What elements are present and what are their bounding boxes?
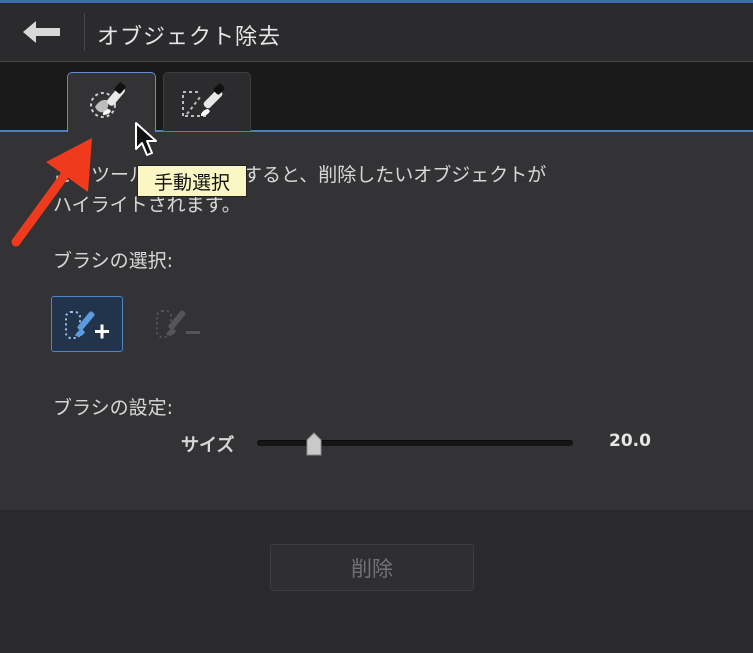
back-arrow-icon xyxy=(23,21,60,43)
brush-minus-icon xyxy=(156,310,200,338)
manual-brush-icon xyxy=(89,82,125,118)
size-label: サイズ xyxy=(181,435,235,456)
add-brush-button[interactable] xyxy=(51,296,123,352)
mouse-cursor-icon xyxy=(135,122,157,156)
tool-tab-bar xyxy=(0,62,753,133)
brush-settings-label: ブラシの設定: xyxy=(53,397,174,419)
tool-description: このツールをクリックすると、削除したいオブジェクトが ハイライトされます。 xyxy=(53,160,546,220)
panel-header: オブジェクト除去 xyxy=(0,3,753,62)
tab-auto-select[interactable] xyxy=(163,72,251,131)
remove-brush-button[interactable] xyxy=(145,298,211,348)
brush-selection-label: ブラシの選択: xyxy=(53,250,174,272)
auto-brush-icon xyxy=(182,83,225,117)
header-divider xyxy=(84,13,85,51)
size-slider-thumb[interactable] xyxy=(304,431,324,457)
description-line-2: ハイライトされます。 xyxy=(53,194,241,216)
page-title: オブジェクト除去 xyxy=(97,25,282,50)
description-line-1: このツールをクリックすると、削除したいオブジェクトが xyxy=(53,164,547,186)
annotation-arrow-icon xyxy=(11,138,92,247)
size-value: 20.0 xyxy=(609,431,651,451)
brush-plus-icon xyxy=(65,311,109,339)
tooltip: 手動選択 xyxy=(137,165,247,197)
back-button[interactable] xyxy=(16,13,68,51)
delete-button[interactable]: 削除 xyxy=(270,544,474,591)
